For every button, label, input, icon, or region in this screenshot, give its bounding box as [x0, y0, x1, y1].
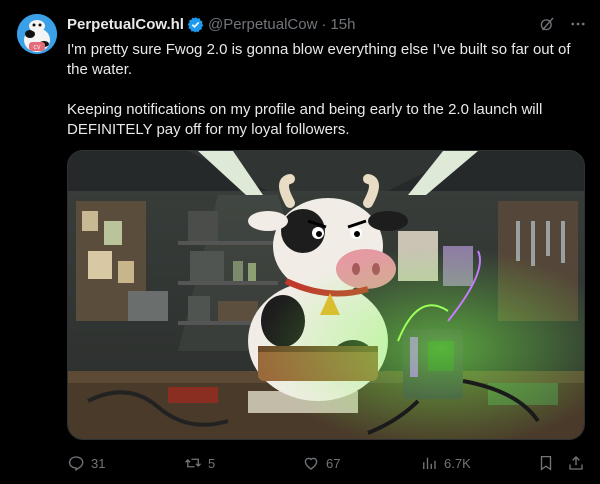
verified-badge-icon: [187, 16, 204, 33]
header-actions: [538, 15, 588, 33]
handle[interactable]: @PerpetualCow: [208, 16, 317, 33]
share-button[interactable]: [567, 452, 585, 474]
separator-dot: ·: [321, 15, 327, 33]
timestamp[interactable]: 15h: [330, 16, 355, 33]
reply-count: 31: [91, 455, 106, 471]
grok-icon[interactable]: [538, 15, 556, 33]
repost-button[interactable]: 5: [184, 452, 215, 474]
tweet-text: I'm pretty sure Fwog 2.0 is gonna blow e…: [67, 41, 571, 138]
tweet-actions: 31 5 67 6.7K: [67, 452, 587, 474]
display-name[interactable]: PerpetualCow.hl: [67, 16, 184, 33]
cow-workshop-illustration: [68, 151, 584, 439]
views-icon: [423, 457, 436, 469]
views-count: 6.7K: [444, 455, 471, 471]
like-icon: [304, 457, 318, 470]
reply-button[interactable]: 31: [67, 452, 105, 474]
avatar[interactable]: CV: [17, 14, 57, 54]
svg-text:CV: CV: [34, 45, 41, 51]
tweet-header: PerpetualCow.hl @PerpetualCow · 15h: [67, 14, 588, 34]
cow-avatar-image: CV: [17, 14, 57, 54]
bookmark-icon: [540, 455, 552, 471]
tweet-media[interactable]: [67, 150, 585, 440]
like-count: 67: [326, 455, 341, 471]
bookmark-button[interactable]: [537, 452, 555, 474]
repost-icon: [185, 458, 201, 468]
share-icon: [569, 456, 583, 470]
more-icon[interactable]: [568, 15, 588, 33]
views-button[interactable]: 6.7K: [420, 452, 471, 474]
repost-count: 5: [208, 455, 216, 471]
reply-icon: [68, 456, 84, 472]
like-button[interactable]: 67: [302, 452, 340, 474]
